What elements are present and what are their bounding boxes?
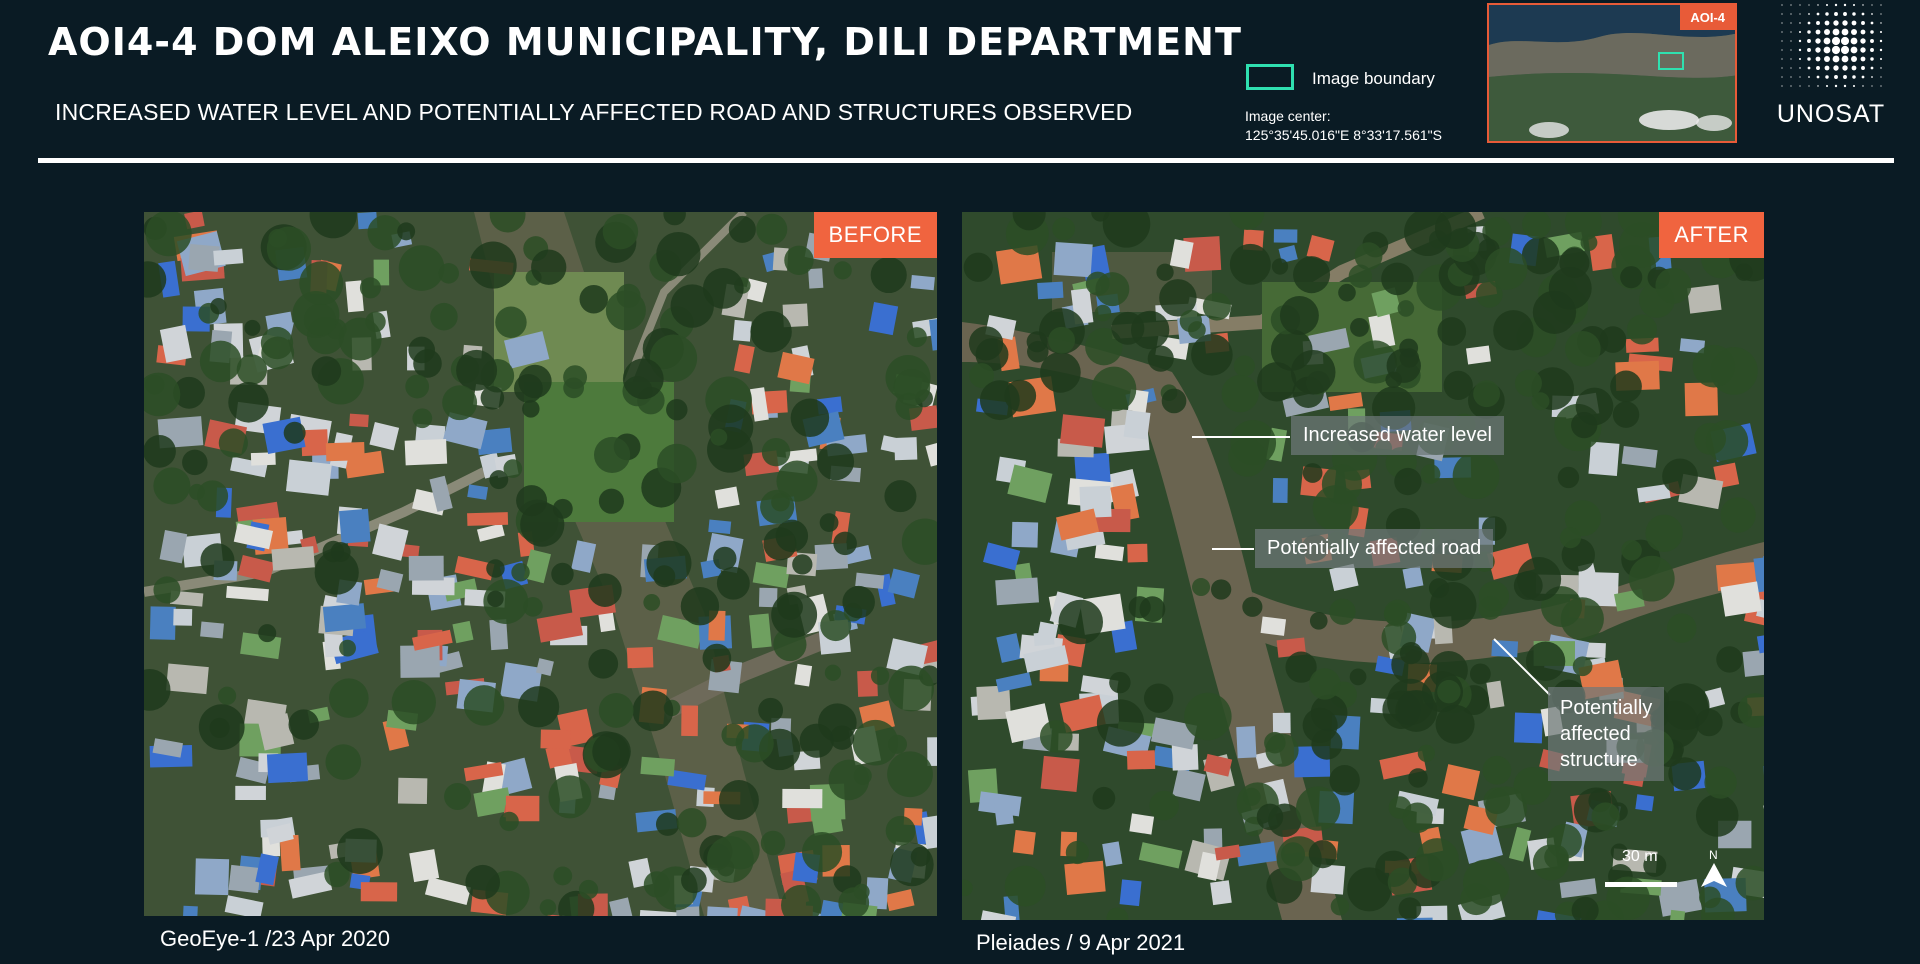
after-image-panel: AFTER Increased water level Potentially … [962,212,1764,920]
after-badge: AFTER [1659,212,1764,258]
page-subtitle: INCREASED WATER LEVEL AND POTENTIALLY AF… [55,99,1133,125]
inset-aoi-tag: AOI-4 [1680,5,1735,30]
after-caption: Pleiades / 9 Apr 2021 [976,930,1186,955]
unosat-logo-icon [1776,0,1886,96]
scale-bar [1605,882,1677,887]
inset-locator-map: AOI-4 [1487,3,1737,143]
header-divider [38,158,1894,163]
before-image-panel: BEFORE [144,212,937,916]
image-boundary-swatch [1246,64,1294,90]
north-arrow-icon [1701,863,1727,887]
before-caption: GeoEye-1 /23 Apr 2020 [160,926,390,951]
page-title: AOI4-4 DOM ALEIXO MUNICIPALITY, DILI DEP… [48,20,1242,64]
callout-structure-line-2: affected [1560,723,1631,745]
unosat-logo-text: UNOSAT [1776,100,1886,128]
leader-affected-road [1212,548,1254,550]
before-badge: BEFORE [813,212,937,258]
before-satellite-image [144,212,937,916]
callout-structure-line-3: structure [1560,749,1638,771]
callout-affected-structure: Potentially affected structure [1548,687,1665,781]
image-boundary-label: Image boundary [1312,69,1435,88]
callout-structure-line-1: Potentially [1560,697,1653,719]
leader-affected-structure [1493,638,1551,696]
image-center-coords: 125°35'45.016"E 8°33'17.561"S [1245,127,1442,143]
callout-increased-water-level: Increased water level [1291,416,1504,455]
north-label: N [1709,848,1718,862]
scale-bar-label: 30 m [1622,848,1658,865]
callout-affected-road: Potentially affected road [1255,529,1494,568]
leader-water-level [1192,436,1290,438]
image-center-label: Image center: [1245,108,1331,124]
